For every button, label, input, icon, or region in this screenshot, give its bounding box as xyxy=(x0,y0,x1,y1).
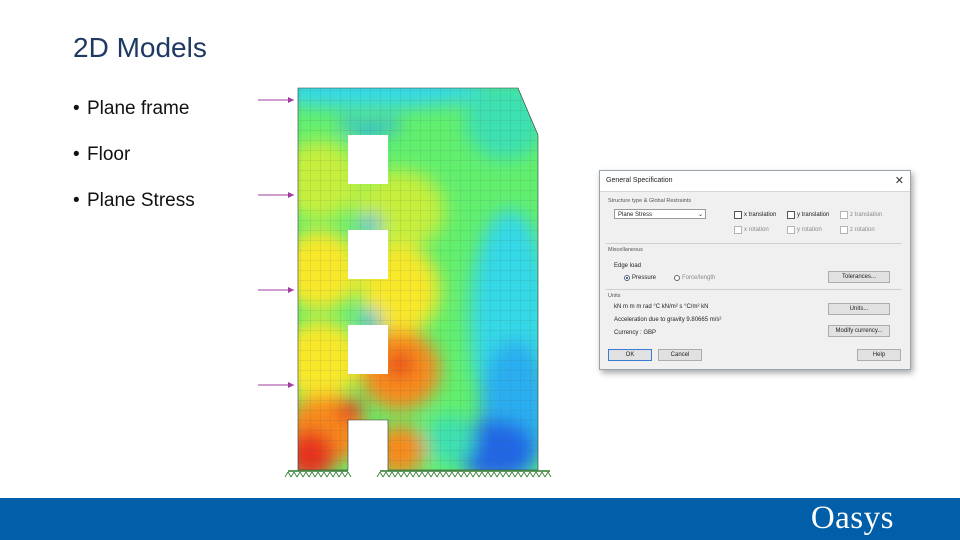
chevron-down-icon: ⌄ xyxy=(697,212,703,218)
support-hatch xyxy=(284,471,292,478)
support-hatch xyxy=(344,471,352,478)
load-arrow-head xyxy=(288,192,294,198)
misc-group-label: Miscellaneous xyxy=(608,247,643,253)
support-hatch xyxy=(376,471,384,478)
support-hatch xyxy=(472,471,480,478)
support-hatch xyxy=(394,471,402,478)
load-arrow-head xyxy=(288,97,294,103)
support-hatch xyxy=(496,471,504,478)
support-hatch xyxy=(430,471,438,478)
support-hatch xyxy=(466,471,474,478)
structure-type-select[interactable]: Plane Stress ⌄ xyxy=(614,209,706,219)
restraint-x-rotation[interactable]: x rotation xyxy=(734,226,769,234)
units-summary-text: kN m m m rad °C kN/m² s °C/m² kN xyxy=(614,304,709,310)
bullet-item: • Floor xyxy=(73,144,131,165)
support-hatch xyxy=(424,471,432,478)
restraint-z-rotation[interactable]: z rotation xyxy=(840,226,875,234)
help-button[interactable]: Help xyxy=(857,349,901,361)
restraint-x-translation[interactable]: x translation xyxy=(734,211,776,219)
support-hatch xyxy=(412,471,420,478)
support-hatch xyxy=(478,471,486,478)
support-hatch xyxy=(320,471,328,478)
support-hatch xyxy=(448,471,456,478)
support-hatch xyxy=(302,471,310,478)
currency-text: Currency : GBP xyxy=(614,330,657,336)
edge-load-pressure-radio[interactable]: Pressure xyxy=(624,275,656,281)
support-hatch xyxy=(520,471,528,478)
ok-button[interactable]: OK xyxy=(608,349,652,361)
bullet-list: • Plane frame • Floor • Plane Stress xyxy=(73,96,195,234)
load-arrow-head xyxy=(288,287,294,293)
restraint-z-translation[interactable]: z translation xyxy=(840,211,882,219)
cancel-button[interactable]: Cancel xyxy=(658,349,702,361)
bullet-item: • Plane frame xyxy=(73,98,190,119)
support-hatch xyxy=(460,471,468,478)
support-hatch xyxy=(484,471,492,478)
structure-group-label: Structure type & Global Restraints xyxy=(608,198,692,204)
modify-currency-button[interactable]: Modify currency... xyxy=(828,325,890,337)
support-hatch xyxy=(308,471,316,478)
restraint-y-rotation[interactable]: y rotation xyxy=(787,226,822,234)
support-hatch xyxy=(526,471,534,478)
support-hatch xyxy=(418,471,426,478)
support-hatch xyxy=(400,471,408,478)
units-button[interactable]: Units... xyxy=(828,303,890,315)
support-hatch xyxy=(508,471,516,478)
close-icon[interactable]: ✕ xyxy=(895,174,904,187)
bullet-item: • Plane Stress xyxy=(73,190,195,211)
edge-load-label: Edge load xyxy=(614,263,642,269)
restraint-y-translation[interactable]: y translation xyxy=(787,211,829,219)
support-hatch xyxy=(314,471,322,478)
support-hatch xyxy=(442,471,450,478)
load-arrow-head xyxy=(288,382,294,388)
edge-load-force-length-radio[interactable]: Force/length xyxy=(674,275,715,281)
plane-stress-contour-figure xyxy=(258,87,552,478)
support-hatch xyxy=(382,471,390,478)
support-hatch xyxy=(514,471,522,478)
support-hatch xyxy=(502,471,510,478)
dialog-titlebar: General Specification ✕ xyxy=(600,171,910,192)
support-hatch xyxy=(406,471,414,478)
support-hatch xyxy=(338,471,346,478)
gravity-text: Acceleration due to gravity 9.80665 m/s² xyxy=(614,317,722,323)
ground-supports xyxy=(284,470,552,478)
oasys-logo: Oasys xyxy=(810,500,894,536)
group-divider xyxy=(606,289,902,290)
support-hatch xyxy=(326,471,334,478)
support-hatch xyxy=(388,471,396,478)
support-hatch xyxy=(490,471,498,478)
general-specification-dialog: General Specification ✕ Structure type &… xyxy=(599,170,911,370)
support-hatch xyxy=(454,471,462,478)
support-hatch xyxy=(538,471,546,478)
slide-title: 2D Models xyxy=(73,32,207,63)
support-hatch xyxy=(544,471,552,478)
support-hatch xyxy=(532,471,540,478)
support-hatch xyxy=(332,471,340,478)
units-group-label: Units xyxy=(608,293,621,299)
group-divider xyxy=(606,243,902,244)
support-hatch xyxy=(290,471,298,478)
dialog-title: General Specification xyxy=(606,177,673,184)
tolerances-button[interactable]: Tolerances... xyxy=(828,271,890,283)
support-hatch xyxy=(436,471,444,478)
load-arrows xyxy=(258,97,294,388)
support-hatch xyxy=(296,471,304,478)
